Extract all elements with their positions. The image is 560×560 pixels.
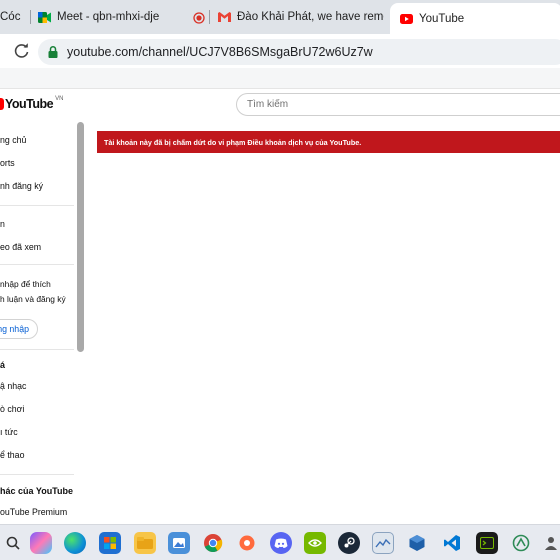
sidebar: ng chủ orts nh đăng ký n eo đã xem nhập … <box>0 122 86 525</box>
login-prompt-text: nhập để thích h luận và đăng ký <box>0 279 66 304</box>
sidebar-divider <box>0 349 74 350</box>
file-explorer-icon[interactable] <box>134 532 156 554</box>
tab-separator <box>209 10 210 24</box>
login-button-label: ng nhập <box>0 324 29 334</box>
sidebar-item-shorts[interactable]: orts <box>0 158 15 168</box>
sidebar-item-premium[interactable]: ouTube Premium <box>0 507 67 517</box>
sidebar-item-sports[interactable]: ể thao <box>0 450 24 460</box>
tab-youtube[interactable]: YouTube <box>390 3 560 34</box>
sidebar-scrollbar[interactable] <box>77 122 84 352</box>
bookmarks-bar-gap <box>0 68 560 88</box>
tab-gmail[interactable]: Đào Khải Phát, we have removec <box>218 6 384 28</box>
photos-icon[interactable] <box>168 532 190 554</box>
chrome-divider <box>0 88 560 89</box>
tab-title: YouTube <box>419 12 465 25</box>
youtube-logo[interactable]: YouTube VN <box>0 96 63 112</box>
person-icon[interactable] <box>540 532 560 554</box>
sidebar-item-subscriptions[interactable]: nh đăng ký <box>0 181 43 191</box>
monitor-icon[interactable] <box>372 532 394 554</box>
search-placeholder: Tìm kiếm <box>247 99 289 110</box>
meet-icon <box>38 11 51 24</box>
sidebar-login-prompt: nhập để thích h luận và đăng ký <box>0 277 72 307</box>
virtualbox-icon[interactable] <box>406 532 428 554</box>
address-bar[interactable]: youtube.com/channel/UCJ7V8B6SMsgaBrU72w6… <box>38 39 560 65</box>
browser-tab-strip: Cóc Meet - qbn-mhxi-dje Đào Khải Phát, w… <box>0 0 560 34</box>
terminal-icon[interactable] <box>476 532 498 554</box>
sidebar-explore-heading: á <box>0 360 6 370</box>
tab-title: Meet - qbn-mhxi-dje <box>57 11 160 23</box>
account-terminated-alert: Tài khoản này đã bị chấm dứt do vi phạm … <box>97 131 560 153</box>
site-info-icon[interactable] <box>46 45 60 59</box>
discord-icon[interactable] <box>270 532 292 554</box>
url-text: youtube.com/channel/UCJ7V8B6SMsgaBrU72w6… <box>67 45 373 59</box>
edge-icon[interactable] <box>64 532 86 554</box>
gmail-icon <box>218 11 231 24</box>
sidebar-item-music[interactable]: ậ nhạc <box>0 381 26 391</box>
country-code: VN <box>55 96 64 102</box>
vscode-icon[interactable] <box>441 532 463 554</box>
sidebar-item-gaming[interactable]: ò chơi <box>0 404 24 414</box>
chrome-icon[interactable] <box>202 532 224 554</box>
tab-coc[interactable]: Cóc <box>0 6 26 28</box>
sidebar-divider <box>0 264 74 265</box>
alert-text: Tài khoản này đã bị chấm dứt do vi phạm … <box>104 137 362 147</box>
sidebar-item-news[interactable]: ı tức <box>0 427 18 437</box>
sidebar-divider <box>0 205 74 206</box>
sidebar-login-button[interactable]: ng nhập <box>0 319 38 339</box>
windows-taskbar <box>0 524 560 560</box>
sidebar-more-heading: hác của YouTube <box>0 486 74 496</box>
tab-separator <box>30 10 31 24</box>
tab-title: Đào Khải Phát, we have removec <box>237 11 384 23</box>
youtube-play-icon <box>0 98 4 110</box>
sidebar-item-history[interactable]: eo đã xem <box>0 242 41 252</box>
search-icon[interactable] <box>4 532 22 554</box>
youtube-icon <box>400 12 413 25</box>
youtube-logo-text: YouTube <box>5 97 54 111</box>
tab-meet[interactable]: Meet - qbn-mhxi-dje <box>38 6 188 28</box>
copilot-icon[interactable] <box>30 532 52 554</box>
search-input[interactable]: Tìm kiếm <box>236 93 560 116</box>
steam-icon[interactable] <box>338 532 360 554</box>
sidebar-divider <box>0 474 74 475</box>
sidebar-item-you[interactable]: n <box>0 219 5 229</box>
app-icon[interactable] <box>510 532 532 554</box>
sidebar-item-home[interactable]: ng chủ <box>0 135 26 145</box>
browser-toolbar: youtube.com/channel/UCJ7V8B6SMsgaBrU72w6… <box>0 34 560 68</box>
reload-icon[interactable] <box>12 41 32 61</box>
tab-title: Cóc <box>0 11 21 23</box>
recording-icon <box>193 11 205 24</box>
screenshot-icon[interactable] <box>236 532 258 554</box>
nvidia-icon[interactable] <box>304 532 326 554</box>
store-icon[interactable] <box>99 532 121 554</box>
